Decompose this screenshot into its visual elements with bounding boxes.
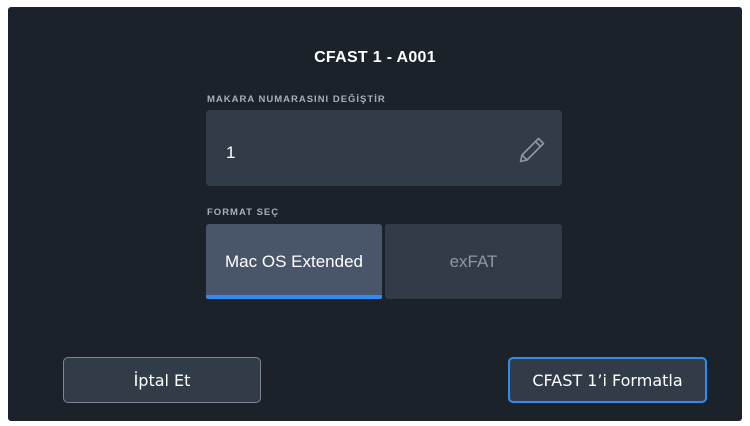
format-select-label: FORMAT SEÇ	[207, 207, 280, 218]
format-option-label: Mac OS Extended	[225, 251, 363, 271]
selected-indicator	[206, 295, 382, 299]
reel-number-label: MAKARA NUMARASINI DEĞİŞTİR	[207, 94, 386, 105]
format-option-mac-os-extended[interactable]: Mac OS Extended	[206, 224, 382, 299]
cancel-button[interactable]: İptal Et	[63, 357, 261, 403]
reel-number-value: 1	[226, 143, 236, 162]
format-selector: Mac OS Extended exFAT	[206, 224, 562, 299]
format-option-label: exFAT	[449, 251, 498, 271]
dialog-title: CFAST 1 - A001	[314, 49, 436, 66]
pencil-icon[interactable]	[516, 134, 548, 166]
format-card-button[interactable]: CFAST 1’i Formatla	[508, 357, 707, 403]
reel-number-field[interactable]: 1	[206, 110, 562, 186]
format-dialog: CFAST 1 - A001 MAKARA NUMARASINI DEĞİŞTİ…	[8, 7, 742, 421]
format-option-exfat[interactable]: exFAT	[385, 224, 562, 299]
